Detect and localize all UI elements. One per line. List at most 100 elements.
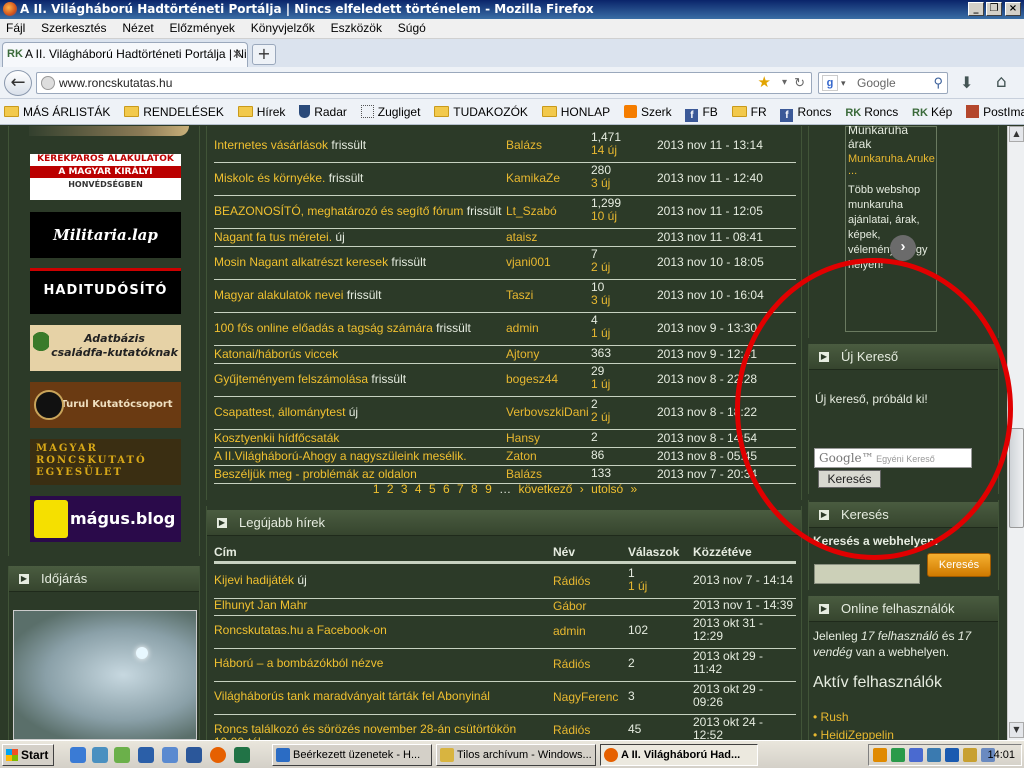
pager-page[interactable]: 9 (485, 482, 492, 496)
topic-user-link[interactable]: Balázs (506, 138, 542, 152)
forum-topic-link[interactable]: 100 fős online előadás a tagság számára (214, 321, 433, 335)
tab-close-icon[interactable]: ✕ (232, 43, 242, 66)
bookmark-item[interactable]: Hírek (234, 99, 285, 124)
reload-icon[interactable]: ↻ (794, 73, 805, 93)
pager-page[interactable]: 2 (387, 482, 394, 496)
minimize-button[interactable]: _ (968, 2, 984, 16)
tab-active[interactable]: RK A II. Világháború Hadtörténeti Portál… (2, 42, 248, 67)
bookmark-item[interactable]: TUDAKOZÓK (430, 99, 528, 124)
collapse-icon[interactable]: ▶ (217, 518, 227, 528)
tray-ie-icon[interactable] (927, 748, 941, 762)
bookmark-item[interactable]: RENDELÉSEK (120, 99, 224, 124)
column-header-replies[interactable]: Válaszok (628, 545, 679, 559)
topic-new-count[interactable]: 10 új (591, 209, 617, 223)
column-header-title[interactable]: Cím (214, 545, 237, 559)
new-tab-button[interactable]: + (252, 44, 276, 65)
banner-adatbazis[interactable]: Adatbázis családfa-kutatóknak (30, 325, 181, 371)
url-dropdown-icon[interactable]: ▾ (782, 73, 787, 93)
topic-new-count[interactable]: 3 új (591, 176, 610, 190)
topic-user-link[interactable]: admin (506, 321, 539, 335)
taskbar-item-explorer[interactable]: Tilos archívum - Windows... (436, 744, 596, 766)
news-title-link[interactable]: Roncs találkozó és sörözés november 28-á… (214, 722, 516, 741)
bookmark-item[interactable]: f FB (681, 99, 718, 124)
bookmark-item[interactable]: PostImage (962, 99, 1024, 124)
topic-new-count[interactable]: 14 új (591, 143, 617, 157)
pager-page[interactable]: 3 (401, 482, 408, 496)
news-title-link[interactable]: Roncskutatas.hu a Facebook-on (214, 623, 387, 637)
news-title-link[interactable]: Kijevi hadijáték (214, 573, 294, 587)
bookmark-item[interactable]: Zugliget (357, 99, 420, 124)
restore-button[interactable]: ❐ (986, 2, 1002, 16)
news-user-link[interactable]: Rádiós (553, 723, 590, 737)
forum-topic-link[interactable]: A II.Világháború-Ahogy a nagyszüleink me… (214, 449, 467, 463)
url-bar[interactable]: www.roncskutatas.hu ★ ▾ ↻ (36, 72, 812, 94)
banner-turul[interactable]: Turul Kutatócsoport (30, 382, 181, 428)
forum-topic-link[interactable]: Miskolc és környéke. (214, 171, 325, 185)
topic-user-link[interactable]: Balázs (506, 467, 542, 481)
pager-page[interactable]: 5 (429, 482, 436, 496)
scroll-thumb[interactable] (1009, 428, 1024, 528)
topic-user-link[interactable]: VerbovszkiDani (506, 405, 589, 419)
home-icon[interactable]: ⌂ (996, 72, 1007, 92)
pager-page[interactable]: 6 (443, 482, 450, 496)
menu-tools[interactable]: Eszközök (325, 19, 388, 37)
banner-haditudosito[interactable]: HADITUDÓSÍTÓ (30, 268, 181, 314)
topic-new-count[interactable]: 1 új (591, 326, 610, 340)
bookmark-item[interactable]: RK Kép (908, 99, 952, 124)
menu-file[interactable]: Fájl (0, 19, 31, 37)
search-engine-dropdown-icon[interactable]: ▾ (841, 73, 846, 93)
topic-user-link[interactable]: Ajtony (506, 347, 539, 361)
bookmark-item[interactable]: Radar (295, 99, 347, 124)
topic-new-count[interactable]: 2 új (591, 260, 610, 274)
news-user-link[interactable]: Rádiós (553, 574, 590, 588)
pager-next[interactable]: következő › (518, 482, 583, 496)
topic-user-link[interactable]: Zaton (506, 449, 537, 463)
forum-topic-link[interactable]: Internetes vásárlások (214, 138, 328, 152)
ad-next-arrow-icon[interactable]: › (890, 235, 916, 261)
taskbar-item-firefox[interactable]: A II. Világháború Had... (600, 744, 758, 766)
pager-page[interactable]: 7 (457, 482, 464, 496)
quicklaunch-icon[interactable] (114, 747, 130, 763)
topic-new-count[interactable]: 1 új (591, 377, 610, 391)
tray-sync-icon[interactable] (945, 748, 959, 762)
start-button[interactable]: Start (2, 744, 54, 766)
tray-drive-icon[interactable] (891, 748, 905, 762)
bookmark-star-icon[interactable]: ★ (758, 73, 771, 93)
topic-user-link[interactable]: ataisz (506, 230, 537, 244)
topic-new-count[interactable]: 2 új (591, 410, 610, 424)
topic-user-link[interactable]: Hansy (506, 431, 540, 445)
menu-edit[interactable]: Szerkesztés (35, 19, 112, 37)
online-user-link[interactable]: • HeidiZeppelin (813, 728, 894, 740)
forum-topic-link[interactable]: Beszéljük meg - problémák az oldalon (214, 467, 417, 481)
column-header-name[interactable]: Név (553, 545, 575, 559)
forum-topic-link[interactable]: Csapattest, állománytest (214, 405, 345, 419)
pager-page[interactable]: 8 (471, 482, 478, 496)
forum-topic-link[interactable]: Gyűjteményem felszámolása (214, 372, 368, 386)
bookmark-item[interactable]: RK Roncs (841, 99, 898, 124)
news-user-link[interactable]: Gábor (553, 599, 586, 613)
news-user-link[interactable]: NagyFerenc (553, 690, 618, 704)
pager-page[interactable]: 4 (415, 482, 422, 496)
topic-new-count[interactable]: 3 új (591, 293, 610, 307)
forum-topic-link[interactable]: Nagant fa tus méretei. (214, 230, 332, 244)
topic-user-link[interactable]: Taszi (506, 288, 533, 302)
pager-page[interactable]: 1 (373, 482, 380, 496)
bookmark-item[interactable]: FR (728, 99, 767, 124)
banner-magyar-roncskutato[interactable]: MAGYAR RONCSKUTATÓ EGYESÜLET (30, 439, 181, 485)
bookmark-item[interactable]: Szerk (620, 99, 672, 124)
tray-monitor-icon[interactable] (963, 748, 977, 762)
bookmark-item[interactable]: f Roncs (776, 99, 831, 124)
word-icon[interactable] (186, 747, 202, 763)
forum-topic-link[interactable]: Katonai/háborús viccek (214, 347, 338, 361)
banner-militaria[interactable]: Militaria.lap (30, 212, 181, 258)
news-title-link[interactable]: Háború – a bombázókból nézve (214, 656, 383, 670)
collapse-icon[interactable]: ▶ (819, 604, 829, 614)
excel-icon[interactable] (234, 747, 250, 763)
bookmark-item[interactable]: MÁS ÁRLISTÁK (0, 99, 110, 124)
topic-user-link[interactable]: vjani001 (506, 255, 551, 269)
tray-network-icon[interactable] (909, 748, 923, 762)
download-icon[interactable]: ⬇ (960, 73, 973, 92)
ie-icon[interactable] (70, 747, 86, 763)
scroll-up-icon[interactable]: ▲ (1009, 126, 1024, 142)
site-search-button[interactable]: Keresés (927, 553, 991, 577)
